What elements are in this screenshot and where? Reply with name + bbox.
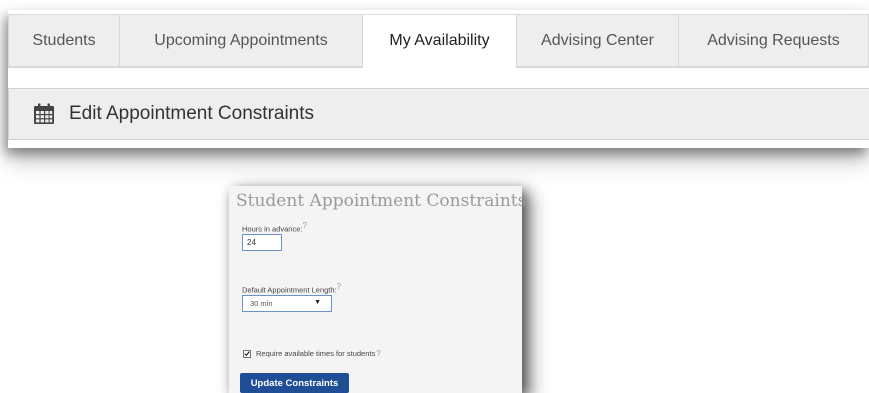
help-icon[interactable]: ? (376, 349, 380, 358)
tab-bar: Students Upcoming Appointments My Availa… (8, 14, 869, 68)
hours-in-advance-input[interactable] (242, 234, 282, 251)
top-panel: Students Upcoming Appointments My Availa… (8, 10, 869, 148)
tab-students[interactable]: Students (8, 14, 119, 67)
constraints-card: Student Appointment Constraints Hours in… (229, 186, 526, 393)
help-icon[interactable]: ? (302, 221, 306, 230)
card-title: Student Appointment Constraints (236, 191, 527, 211)
require-times-label: Require available times for students (256, 349, 376, 358)
tab-advising-requests[interactable]: Advising Requests (678, 14, 869, 67)
page-title: Edit Appointment Constraints (69, 103, 315, 124)
require-times-row: Require available times for students? (243, 349, 381, 358)
check-icon (244, 351, 250, 357)
hours-label-row: Hours in advance:? (242, 221, 307, 234)
appointment-length-select[interactable]: 30 min ▼ (242, 295, 332, 312)
require-times-checkbox[interactable] (243, 349, 251, 358)
page-header: Edit Appointment Constraints (8, 88, 869, 140)
tab-upcoming-appointments[interactable]: Upcoming Appointments (119, 14, 362, 67)
help-icon[interactable]: ? (337, 282, 341, 291)
hours-label: Hours in advance: (242, 224, 303, 234)
length-label: Default Appointment Length: (242, 285, 337, 295)
calendar-icon (33, 103, 55, 125)
caret-down-icon: ▼ (314, 299, 321, 306)
tab-advising-center[interactable]: Advising Center (516, 14, 678, 67)
select-value: 30 min (250, 299, 273, 308)
update-constraints-button[interactable]: Update Constraints (240, 373, 349, 393)
length-label-row: Default Appointment Length:? (242, 282, 341, 295)
tab-my-availability[interactable]: My Availability (362, 14, 516, 68)
